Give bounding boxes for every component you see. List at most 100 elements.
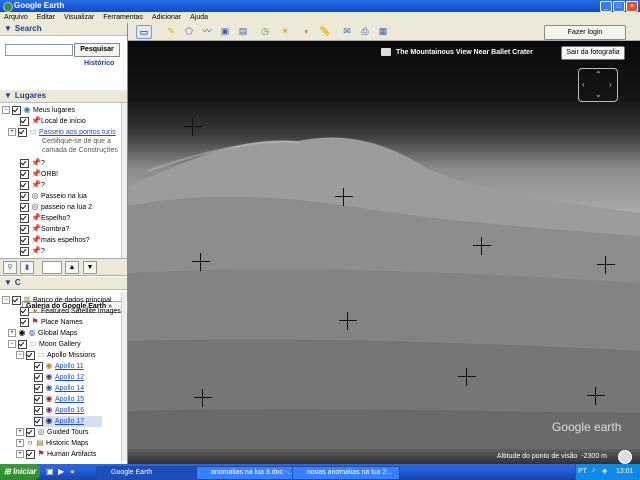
arrow-down-icon[interactable]: ⌄ (595, 90, 602, 99)
arrow-left-icon[interactable]: ‹ (582, 80, 585, 89)
ruler-icon[interactable]: 📏 (318, 25, 332, 37)
collapse-icon[interactable]: − (16, 351, 24, 360)
layer-item-apollo-11[interactable]: ◉ Apollo 11 (34, 361, 84, 372)
volume-icon[interactable]: ♪ (592, 467, 596, 474)
layer-item-guided-tours[interactable]: + ◎ Guided Tours (16, 427, 89, 438)
checkbox[interactable] (26, 449, 35, 459)
layer-item-apollo-12[interactable]: ◉ Apollo 12 (34, 372, 84, 383)
expand-icon[interactable]: + (16, 439, 24, 448)
tree-item-orb[interactable]: 📌ORB! (20, 169, 58, 180)
menu-adicionar[interactable]: Adicionar (152, 12, 181, 23)
earth-viewer[interactable]: The Mountainous View Near Ballet Crater … (128, 41, 640, 464)
layer-item-apollo-missions[interactable]: − ▭ Apollo Missions (16, 350, 96, 361)
move-up-icon[interactable]: ▲ (65, 261, 79, 274)
places-scrollbar[interactable] (121, 103, 127, 258)
close-button[interactable]: × (626, 1, 638, 12)
menu-ajuda[interactable]: Ajuda (190, 12, 208, 23)
radio-icon[interactable]: ○ (26, 439, 34, 447)
task-google-earth[interactable]: Google Earth (96, 466, 208, 480)
checkbox[interactable] (12, 295, 21, 305)
expand-icon[interactable]: + (16, 428, 24, 437)
layer-item-apollo-14[interactable]: ◉ Apollo 14 (34, 383, 84, 394)
tree-item-espelho[interactable]: 📌Espelho? (20, 213, 70, 224)
layer-item-historic-maps[interactable]: + ○ ▤ Historic Maps (16, 438, 88, 449)
arrow-up-icon[interactable]: ⌃ (595, 70, 602, 79)
search-header[interactable]: ▼ Search (0, 23, 127, 36)
expand-icon[interactable]: + (8, 128, 16, 137)
record-tour-icon[interactable]: ▤ (236, 25, 250, 37)
checkbox[interactable] (34, 383, 43, 393)
tree-item-question[interactable]: 📌? (20, 158, 45, 169)
layer-item-global-maps[interactable]: + ◉ ◍ Global Maps (8, 328, 77, 339)
add-placemark-icon[interactable]: ✎ (164, 25, 178, 37)
checkbox[interactable] (20, 158, 29, 168)
checkbox[interactable] (34, 416, 43, 426)
layers-header[interactable]: ▼ C (0, 277, 127, 290)
search-icon[interactable]: ⚲ (3, 261, 17, 274)
menu-arquivo[interactable]: Arquivo (4, 12, 28, 23)
history-link[interactable]: Histórico (84, 60, 114, 67)
radio-icon[interactable]: ◉ (18, 329, 26, 337)
checkbox[interactable] (20, 306, 29, 316)
tree-item-local-inicio[interactable]: 📌Local de início (20, 116, 86, 127)
tree-item-question[interactable]: 📌? (20, 246, 45, 257)
checkbox[interactable] (18, 339, 27, 349)
task-word-doc[interactable]: anomalias na lua 3.doc -... (196, 466, 304, 480)
show-desktop-icon[interactable]: ▣ (46, 467, 54, 476)
collapse-icon[interactable]: − (2, 296, 10, 305)
layer-item-banco-dados[interactable]: − ▥ Banco de dados principal (2, 295, 112, 306)
tree-item-sombra[interactable]: 📌Sombra? (20, 224, 69, 235)
exit-photo-button[interactable]: Sair da fotografia (561, 46, 625, 60)
start-button[interactable]: ⊞ Iniciar (0, 464, 40, 480)
checkbox[interactable] (34, 394, 43, 404)
layer-item-human-artifacts[interactable]: + ⚑ Human Artifacts (16, 449, 96, 460)
tree-item-passeio-lua[interactable]: ◎ Passeio na lua (20, 191, 87, 202)
checkbox[interactable] (20, 235, 29, 245)
checkbox[interactable] (20, 224, 29, 234)
email-icon[interactable]: ✉ (340, 25, 354, 37)
checkbox[interactable] (20, 180, 29, 190)
checkbox[interactable] (20, 317, 29, 327)
add-polygon-icon[interactable]: ⬠ (182, 25, 196, 37)
print-icon[interactable]: ⎙ (358, 25, 372, 37)
layer-item-apollo-16[interactable]: ◉ Apollo 16 (34, 405, 84, 416)
media-player-icon[interactable]: ▶ (58, 467, 64, 476)
sidebar-toggle-icon[interactable]: ▭ (136, 25, 152, 39)
tree-item-passeio-lua-2[interactable]: ◎ passeio na lua 2 (20, 202, 92, 213)
layer-item-place-names[interactable]: ⚑ Place Names (20, 317, 83, 328)
view-in-maps-icon[interactable]: ▦ (376, 25, 390, 37)
network-icon[interactable]: ◈ (602, 467, 607, 475)
panel-icon[interactable]: ▮ (20, 261, 34, 274)
expand-icon[interactable]: + (8, 329, 16, 338)
layer-item-moon-gallery[interactable]: − ▭ Moon Gallery (8, 339, 81, 350)
tree-item-question[interactable]: 📌? (20, 180, 45, 191)
checkbox[interactable] (34, 361, 43, 371)
arrow-right-icon[interactable]: › (609, 80, 612, 89)
checkbox[interactable] (20, 116, 29, 126)
places-header[interactable]: ▼ Lugares (0, 90, 127, 103)
layer-item-apollo-17[interactable]: ◉ Apollo 17 (34, 416, 103, 427)
planets-icon[interactable]: ◐ (300, 25, 314, 37)
checkbox[interactable] (26, 350, 35, 360)
move-down-icon[interactable]: ▼ (83, 261, 97, 274)
search-input[interactable] (5, 44, 73, 56)
minimize-button[interactable]: _ (600, 1, 612, 12)
collapse-icon[interactable]: − (2, 106, 10, 115)
checkbox[interactable] (20, 213, 29, 223)
task-word-doc-2[interactable]: novas anomalias na lua 2... (292, 466, 400, 480)
historical-imagery-icon[interactable]: ◷ (258, 25, 272, 37)
checkbox[interactable] (20, 169, 29, 179)
add-overlay-icon[interactable]: ▣ (218, 25, 232, 37)
checkbox[interactable] (26, 427, 35, 437)
checkbox[interactable] (20, 202, 29, 212)
checkbox[interactable] (20, 191, 29, 201)
tree-item-mais-espelhos[interactable]: 📌mais espelhos? (20, 235, 90, 246)
sunlight-icon[interactable]: ☀ (278, 25, 292, 37)
checkbox[interactable] (34, 372, 43, 382)
opacity-field[interactable] (42, 261, 62, 274)
checkbox[interactable] (18, 127, 27, 137)
menu-ferramentas[interactable]: Ferramentas (103, 12, 143, 23)
maximize-button[interactable]: □ (613, 1, 625, 12)
checkbox[interactable] (34, 405, 43, 415)
login-button[interactable]: Fazer login (544, 25, 626, 40)
